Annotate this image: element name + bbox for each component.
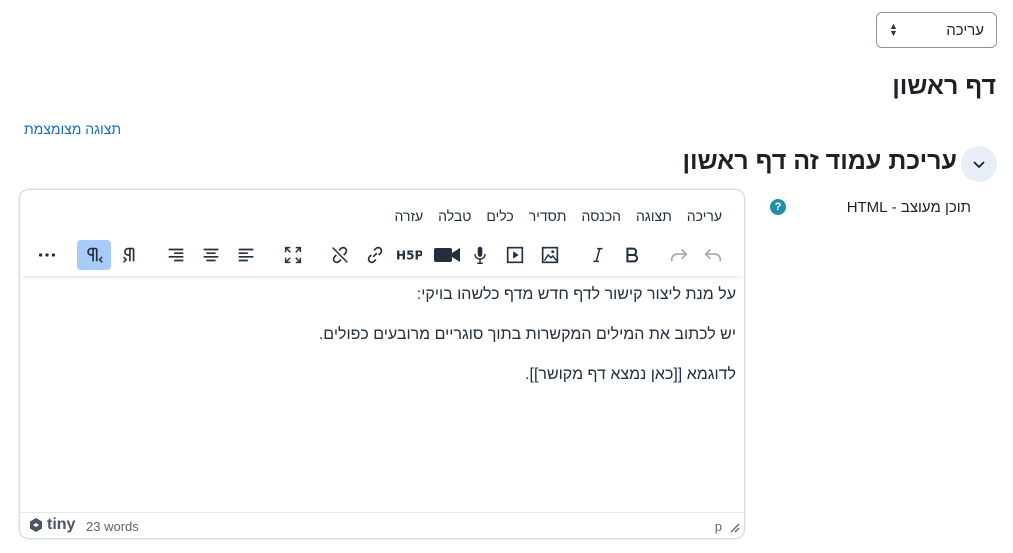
- rich-text-editor: עריכה תצוגה הכנסה תסדיר כלים טבלה עזרה H…: [19, 189, 745, 539]
- italic-icon: [593, 247, 603, 263]
- mode-select-value: עריכה: [946, 21, 984, 39]
- menu-edit[interactable]: עריכה: [687, 208, 722, 224]
- tiny-logo-icon: [30, 518, 42, 532]
- h5p-icon: H5P: [396, 249, 422, 263]
- more-icon: [38, 253, 56, 257]
- record-audio-button[interactable]: [463, 240, 497, 270]
- content-paragraph: יש לכתוב את המילים המקשרות בתוך סוגריים …: [318, 326, 736, 343]
- align-left-button[interactable]: [229, 240, 263, 270]
- tiny-logo-text: tiny: [47, 516, 76, 533]
- word-count[interactable]: 23 words: [86, 519, 139, 534]
- tiny-logo[interactable]: tiny: [28, 516, 75, 534]
- microphone-icon: [474, 246, 486, 264]
- redo-icon: [670, 248, 688, 262]
- redo-button[interactable]: [662, 240, 696, 270]
- menu-format[interactable]: תסדיר: [529, 208, 567, 224]
- media-button[interactable]: [498, 240, 532, 270]
- bold-icon: [626, 247, 638, 263]
- ltr-icon: [122, 247, 135, 263]
- editor-menubar: עריכה תצוגה הכנסה תסדיר כלים טבלה עזרה: [395, 208, 722, 224]
- editor-statusbar: tiny 23 words p: [20, 512, 744, 538]
- section-heading: עריכת עמוד זה דף ראשון: [682, 147, 957, 175]
- rtl-icon: [87, 247, 103, 263]
- fullscreen-button[interactable]: [276, 240, 310, 270]
- compact-view-link[interactable]: תצוגה מצומצמת: [24, 121, 121, 137]
- align-left-icon: [238, 248, 254, 262]
- content-paragraph: לדוגמא [[כאן נמצא דף מקושר]].: [525, 366, 736, 383]
- page-title: דף ראשון: [892, 72, 996, 100]
- undo-icon: [704, 248, 722, 262]
- sort-arrows-icon: ▲ ▼: [889, 21, 898, 38]
- menu-help[interactable]: עזרה: [395, 208, 424, 224]
- h5p-button[interactable]: H5P: [392, 240, 426, 270]
- video-camera-icon: [434, 248, 460, 262]
- align-right-button[interactable]: [159, 240, 193, 270]
- editor-content[interactable]: על מנת ליצור קישור לדף חדש מדף כלשהו בוי…: [36, 285, 736, 405]
- chevron-down-icon: [973, 161, 985, 169]
- italic-button[interactable]: [581, 240, 615, 270]
- unlink-icon: [332, 246, 348, 264]
- menu-view[interactable]: תצוגה: [636, 208, 672, 224]
- svg-text:H5P: H5P: [396, 249, 422, 263]
- media-icon: [506, 246, 524, 264]
- rtl-button[interactable]: [77, 240, 111, 270]
- editor-toolbar: H5P: [20, 236, 744, 276]
- undo-button[interactable]: [696, 240, 730, 270]
- menu-tools[interactable]: כלים: [486, 208, 513, 224]
- menu-insert[interactable]: הכנסה: [581, 208, 621, 224]
- field-label: תוכן מעוצב - HTML: [846, 199, 971, 216]
- align-center-button[interactable]: [194, 240, 228, 270]
- link-icon: [367, 246, 383, 264]
- link-button[interactable]: [358, 240, 392, 270]
- align-center-icon: [203, 248, 219, 262]
- unlink-button[interactable]: [323, 240, 357, 270]
- align-right-icon: [168, 248, 184, 262]
- element-path[interactable]: p: [715, 519, 722, 534]
- image-icon: [541, 246, 559, 264]
- menu-table[interactable]: טבלה: [438, 208, 471, 224]
- mode-select[interactable]: עריכה ▲ ▼: [876, 12, 997, 48]
- content-paragraph: על מנת ליצור קישור לדף חדש מדף כלשהו בוי…: [416, 286, 736, 303]
- image-button[interactable]: [533, 240, 567, 270]
- resize-handle-icon[interactable]: [728, 521, 740, 533]
- more-button[interactable]: [30, 240, 64, 270]
- record-video-button[interactable]: [427, 240, 467, 270]
- collapse-button[interactable]: [961, 146, 997, 182]
- fullscreen-icon: [284, 246, 302, 264]
- ltr-button[interactable]: [112, 240, 146, 270]
- bold-button[interactable]: [615, 240, 649, 270]
- help-icon[interactable]: ?: [770, 199, 786, 215]
